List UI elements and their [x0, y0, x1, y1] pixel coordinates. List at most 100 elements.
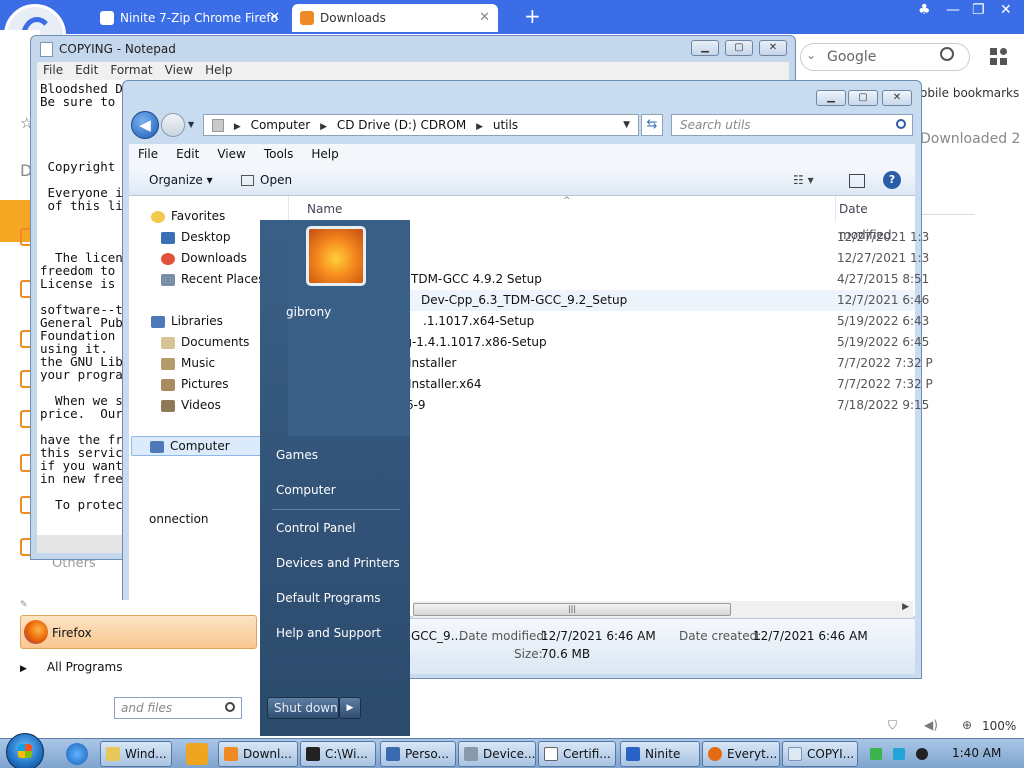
menu-help[interactable]: Help: [302, 144, 347, 161]
browser-tab-downloads[interactable]: Downloads ✕: [292, 4, 498, 32]
skin-icon[interactable]: ♣: [918, 2, 931, 18]
search-input[interactable]: Search utils: [671, 114, 913, 136]
menu-view[interactable]: View: [159, 62, 199, 78]
column-header-date[interactable]: Date modified: [835, 196, 915, 242]
apps-grid-icon[interactable]: [990, 48, 1008, 66]
preview-pane-icon[interactable]: [849, 174, 865, 188]
chevron-down-icon[interactable]: ⌄: [806, 48, 816, 62]
chevron-right-icon[interactable]: ▶: [234, 122, 241, 132]
taskbar-button[interactable]: Downl...: [218, 741, 298, 767]
taskbar-button[interactable]: Perso...: [380, 741, 456, 767]
maximize-button[interactable]: ▢: [848, 90, 878, 106]
scrollbar-thumb[interactable]: |||: [413, 603, 731, 616]
browser-tab-label: Downloads: [320, 11, 386, 25]
nav-network-connection[interactable]: onnection: [149, 512, 209, 526]
nav-desktop[interactable]: Desktop: [161, 230, 231, 244]
minimize-icon[interactable]: —: [946, 2, 960, 18]
nav-favorites[interactable]: Favorites: [151, 209, 225, 223]
menu-file[interactable]: File: [129, 144, 167, 161]
nav-documents[interactable]: Documents: [161, 335, 249, 349]
user-picture-icon[interactable]: [306, 226, 366, 286]
taskbar-button[interactable]: C:\Wi...: [300, 741, 376, 767]
taskbar-button[interactable]: Everyt...: [702, 741, 780, 767]
zoom-icon[interactable]: ⊕: [962, 718, 972, 732]
start-control-panel[interactable]: Control Panel: [276, 521, 356, 535]
shield-icon[interactable]: ⛉: [888, 718, 897, 733]
media-player-icon[interactable]: [186, 743, 208, 765]
start-help-support[interactable]: Help and Support: [276, 626, 381, 640]
chevron-right-icon[interactable]: ▶: [476, 122, 483, 132]
taskbar-button[interactable]: COPYI...: [782, 741, 858, 767]
address-bar[interactable]: ▶ Computer ▶ CD Drive (D:) CDROM ▶ utils…: [203, 114, 639, 136]
breadcrumb-computer[interactable]: Computer: [251, 118, 311, 132]
column-header-name[interactable]: Name ^: [307, 196, 727, 222]
taskbar-button[interactable]: Wind...: [100, 741, 172, 767]
zoom-level[interactable]: 100%: [982, 719, 1016, 733]
chevron-down-icon[interactable]: ▼: [188, 120, 194, 129]
back-button[interactable]: ◀: [131, 111, 159, 139]
menu-tools[interactable]: Tools: [255, 144, 303, 161]
internet-explorer-icon[interactable]: [66, 743, 88, 765]
horizontal-scrollbar[interactable]: ||| ▶: [413, 601, 913, 618]
open-button[interactable]: Open: [241, 173, 292, 187]
menu-edit[interactable]: Edit: [167, 144, 208, 161]
nav-downloads[interactable]: Downloads: [161, 251, 247, 265]
taskbar-button[interactable]: Device...: [458, 741, 536, 767]
menu-help[interactable]: Help: [199, 62, 238, 78]
start-default-programs[interactable]: Default Programs: [276, 591, 381, 605]
shutdown-button[interactable]: Shut down: [267, 697, 339, 719]
scroll-right-icon[interactable]: ▶: [902, 602, 909, 612]
start-search-input[interactable]: and files: [114, 697, 242, 719]
restore-icon[interactable]: ❐: [972, 2, 985, 18]
nav-videos[interactable]: Videos: [161, 398, 221, 412]
start-firefox[interactable]: Firefox: [20, 615, 257, 649]
divider: [272, 509, 400, 510]
minimize-button[interactable]: ▁: [691, 40, 719, 56]
explorer-window[interactable]: ▁ ▢ ✕ ◀ ▼ ▶ Computer ▶ CD Drive (D:) CDR…: [122, 80, 933, 679]
all-programs[interactable]: ▶ All Programs: [20, 660, 123, 674]
taskbar-button[interactable]: Ninite: [620, 741, 700, 767]
start-user-name[interactable]: gibrony: [286, 305, 331, 319]
minimize-button[interactable]: ▁: [816, 90, 846, 106]
maximize-button[interactable]: ▢: [725, 40, 753, 56]
volume-icon[interactable]: ◀): [924, 718, 938, 732]
nav-libraries[interactable]: Libraries: [151, 314, 223, 328]
volume-icon[interactable]: [916, 748, 928, 760]
start-button[interactable]: [6, 733, 44, 768]
close-button[interactable]: ✕: [759, 40, 787, 56]
breadcrumb-utils[interactable]: utils: [493, 118, 518, 132]
breadcrumb-cd-drive[interactable]: CD Drive (D:) CDROM: [337, 118, 466, 132]
organize-button[interactable]: Organize ▾: [149, 173, 213, 187]
browser-tab-ninite[interactable]: Ninite 7-Zip Chrome Firefo ✕: [92, 4, 288, 32]
search-icon[interactable]: [896, 119, 906, 129]
refresh-icon[interactable]: ⇆: [641, 114, 663, 136]
chevron-down-icon[interactable]: ▼: [623, 115, 630, 135]
menu-file[interactable]: File: [37, 62, 69, 78]
taskbar-button[interactable]: Certifi...: [538, 741, 616, 767]
nav-recent-places[interactable]: Recent Places: [161, 272, 264, 286]
view-options-icon[interactable]: ☷ ▾: [793, 173, 814, 187]
start-devices-printers[interactable]: Devices and Printers: [276, 556, 400, 570]
close-tab-icon[interactable]: ✕: [479, 4, 490, 32]
menu-edit[interactable]: Edit: [69, 62, 104, 78]
nav-music[interactable]: Music: [161, 356, 215, 370]
start-games[interactable]: Games: [276, 448, 318, 462]
close-icon[interactable]: ✕: [1000, 2, 1012, 18]
menu-view[interactable]: View: [208, 144, 254, 161]
network-icon[interactable]: [870, 748, 882, 760]
help-icon[interactable]: ?: [883, 171, 901, 189]
mobile-bookmarks-link[interactable]: obile bookmarks: [920, 86, 1019, 100]
taskbar-clock[interactable]: 1:40 AM: [952, 746, 1001, 760]
chevron-right-icon[interactable]: ▶: [320, 122, 327, 132]
search-icon[interactable]: [225, 702, 235, 712]
monitor-icon[interactable]: [893, 748, 905, 760]
close-tab-icon[interactable]: ✕: [269, 4, 280, 32]
new-tab-icon[interactable]: +: [524, 4, 541, 28]
forward-button[interactable]: [161, 113, 185, 137]
nav-pictures[interactable]: Pictures: [161, 377, 229, 391]
close-button[interactable]: ✕: [882, 90, 912, 106]
search-icon[interactable]: [940, 47, 954, 61]
shutdown-options-icon[interactable]: ▶: [339, 697, 361, 719]
start-computer[interactable]: Computer: [276, 483, 336, 497]
menu-format[interactable]: Format: [104, 62, 158, 78]
